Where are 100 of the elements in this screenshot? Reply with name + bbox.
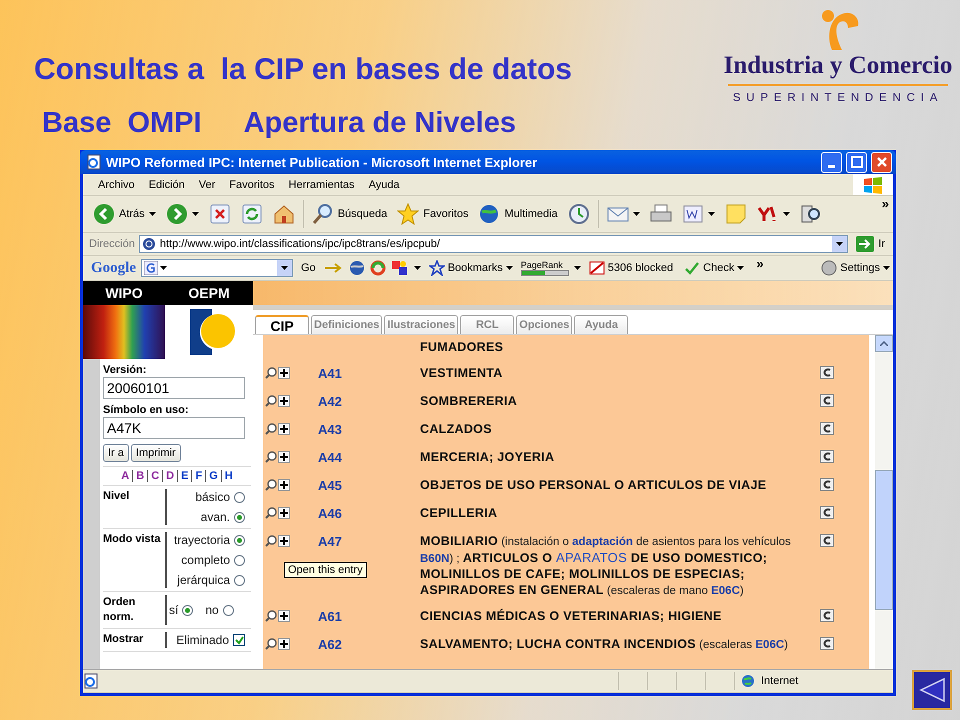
- toolbar-button[interactable]: Favoritos: [393, 199, 472, 229]
- c-square-icon[interactable]: [820, 450, 834, 463]
- go-button[interactable]: Ir: [852, 236, 889, 252]
- menu-item[interactable]: Archivo: [91, 178, 142, 190]
- caret-icon[interactable]: [782, 212, 790, 216]
- radio-button[interactable]: [182, 604, 194, 616]
- cross-reference-link[interactable]: APARATOS: [556, 550, 628, 565]
- cross-reference-link[interactable]: B60N: [420, 553, 450, 565]
- plus-icon[interactable]: [278, 395, 290, 407]
- caret-icon[interactable]: [708, 212, 715, 216]
- menu-item[interactable]: Edición: [142, 178, 192, 190]
- plus-icon[interactable]: [278, 367, 290, 379]
- caret-icon[interactable]: [836, 242, 844, 246]
- maximize-icon[interactable]: [850, 155, 864, 169]
- c-square-icon[interactable]: [820, 422, 834, 435]
- caret-icon[interactable]: [737, 266, 744, 270]
- toolbar-overflow-button[interactable]: »: [752, 256, 768, 271]
- search-icon[interactable]: [312, 203, 334, 225]
- plus-icon[interactable]: [278, 535, 290, 547]
- globe-icon[interactable]: [478, 203, 500, 225]
- version-field[interactable]: 20060101: [103, 377, 245, 399]
- star-icon[interactable]: [397, 203, 420, 225]
- section-link[interactable]: D: [162, 470, 178, 482]
- class-code-link[interactable]: A42: [318, 394, 342, 409]
- plus-icon[interactable]: [278, 507, 290, 519]
- toolbar-overflow-button[interactable]: »: [878, 196, 893, 211]
- c-square-icon[interactable]: [820, 609, 834, 622]
- caret-icon[interactable]: [883, 266, 890, 270]
- caret-icon[interactable]: [574, 266, 581, 270]
- bookmarks-button[interactable]: Bookmarks: [426, 260, 516, 276]
- cross-reference-link[interactable]: E06C: [711, 585, 740, 597]
- class-code-link[interactable]: A47: [318, 534, 342, 549]
- magnifier-icon[interactable]: [265, 395, 277, 407]
- blocked-window-icon[interactable]: [588, 261, 605, 275]
- caret-icon[interactable]: [414, 266, 421, 270]
- plus-icon[interactable]: [278, 451, 290, 463]
- section-link[interactable]: E: [177, 470, 192, 482]
- caret-icon[interactable]: [632, 212, 640, 216]
- magnifier-icon[interactable]: [265, 367, 277, 379]
- magnifier-icon[interactable]: [265, 423, 277, 435]
- go-button[interactable]: Go: [298, 262, 319, 274]
- class-code-link[interactable]: A45: [318, 478, 342, 493]
- section-link[interactable]: G: [205, 470, 221, 482]
- class-code-link[interactable]: A46: [318, 506, 342, 521]
- plus-icon[interactable]: [278, 610, 290, 622]
- magnifier-icon[interactable]: [265, 535, 277, 547]
- class-code-link[interactable]: A44: [318, 450, 342, 465]
- section-link[interactable]: H: [220, 470, 236, 482]
- checkmark-icon[interactable]: [684, 261, 700, 275]
- cross-reference-link[interactable]: adaptación: [572, 536, 633, 548]
- radio-button[interactable]: [234, 534, 245, 546]
- section-link[interactable]: C: [147, 470, 162, 482]
- caret-icon[interactable]: [281, 266, 288, 270]
- magnifier-icon[interactable]: [265, 610, 277, 622]
- globe-icon[interactable]: [348, 260, 365, 276]
- spellcheck-button[interactable]: Check: [681, 261, 748, 275]
- class-code-link[interactable]: A43: [318, 422, 342, 437]
- shapes-icon[interactable]: [390, 260, 409, 276]
- plus-icon[interactable]: [278, 479, 290, 491]
- c-square-icon[interactable]: [820, 366, 834, 379]
- form-button[interactable]: Ir a: [103, 444, 129, 462]
- close-icon[interactable]: [874, 155, 888, 169]
- caret-icon[interactable]: [148, 212, 156, 216]
- close-button[interactable]: [871, 152, 892, 172]
- section-link[interactable]: F: [191, 470, 206, 482]
- magnifier-icon[interactable]: [265, 479, 277, 491]
- pagerank-button[interactable]: PageRank: [520, 260, 563, 270]
- popup-blocker-button[interactable]: 5306 blocked: [586, 261, 676, 275]
- c-square-icon[interactable]: [820, 394, 834, 407]
- cross-reference-link[interactable]: E06C: [755, 639, 784, 651]
- caret-icon[interactable]: [160, 266, 167, 270]
- menu-item[interactable]: Ver: [192, 178, 222, 190]
- radio-button[interactable]: [222, 604, 234, 616]
- settings-icon[interactable]: [821, 260, 838, 276]
- toolbar-button[interactable]: Atrás: [89, 199, 160, 229]
- magnifier-icon[interactable]: [265, 638, 277, 650]
- c-square-icon[interactable]: [820, 478, 834, 491]
- toolbar-button[interactable]: Búsqueda: [308, 199, 392, 229]
- swirl-icon[interactable]: [370, 260, 386, 276]
- document-icon[interactable]: [682, 203, 704, 225]
- caret-icon[interactable]: [506, 266, 513, 270]
- previous-slide-button[interactable]: [912, 670, 952, 710]
- section-link[interactable]: A: [118, 470, 132, 482]
- radio-button[interactable]: [234, 554, 245, 566]
- magnifier-icon[interactable]: [265, 451, 277, 463]
- toolbar-button[interactable]: Multimedia: [474, 199, 562, 229]
- class-code-link[interactable]: A61: [318, 609, 342, 624]
- radio-button[interactable]: [234, 492, 245, 502]
- plus-icon[interactable]: [278, 638, 290, 650]
- toolbar-search-field[interactable]: [141, 259, 293, 277]
- c-square-icon[interactable]: [820, 506, 834, 519]
- menu-item[interactable]: Herramientas: [282, 178, 362, 190]
- maximize-button[interactable]: [846, 152, 867, 172]
- magnifier-icon[interactable]: [265, 507, 277, 519]
- minimize-button[interactable]: [821, 152, 842, 172]
- c-square-icon[interactable]: [820, 534, 834, 547]
- caret-icon[interactable]: [192, 212, 199, 216]
- c-square-icon[interactable]: [820, 637, 834, 650]
- address-field[interactable]: http://www.wipo.int/classifications/ipc/ipc8trans/es/ipcpub/: [138, 235, 848, 253]
- radio-button[interactable]: [234, 574, 245, 586]
